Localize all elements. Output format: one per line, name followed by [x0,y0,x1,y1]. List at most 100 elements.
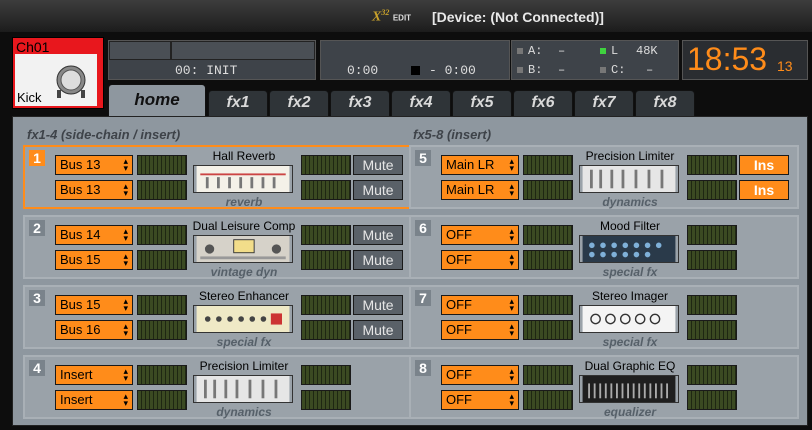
limiter-unit-icon[interactable] [579,165,679,193]
fx-name: Dual Leisure Comp [192,219,296,233]
slot-number: 8 [415,360,431,376]
input-meter-2 [523,250,573,270]
enhancer-unit-icon[interactable] [193,305,293,333]
output-meter-2 [687,250,737,270]
source-select-2[interactable]: Bus 13 ▴ ▾ [55,180,133,200]
fx-category: dynamics [216,405,272,419]
compressor-unit-icon[interactable] [193,235,293,263]
fx-name: Dual Graphic EQ [584,359,676,373]
source-select-2[interactable]: Insert ▴ ▾ [55,390,133,410]
fx-category: vintage dyn [210,265,278,279]
transport-panel[interactable]: 0:00 - 0:00 [320,40,510,80]
fx-slot-3[interactable]: 3 Bus 15 ▴ ▾ Bus 16 ▴ ▾ Stereo Enhancer spec… [23,285,413,349]
mute-button-2[interactable]: Mute [353,250,403,270]
section-label-right: fx5-8 (insert) [413,127,492,142]
fx-category: special fx [602,265,658,279]
input-meter-2 [523,390,573,410]
source-select-2[interactable]: Main LR ▴ ▾ [441,180,519,200]
fx-slot-6[interactable]: 6 OFF ▴ ▾ OFF ▴ ▾ Mood Filter special fx [409,215,799,279]
status-panel: A: – L 48K B: – C: – [511,40,679,80]
output-meter-2 [687,390,737,410]
tab-fx2[interactable]: fx2 [269,90,329,116]
insert-button-2[interactable]: Ins [739,180,789,200]
input-meter-2 [523,320,573,340]
fx-name: Hall Reverb [212,149,276,163]
source-select-2[interactable]: Bus 16 ▴ ▾ [55,320,133,340]
output-meter-2 [301,250,351,270]
output-meter-2 [301,320,351,340]
input-meter-1 [523,295,573,315]
bus-a-value: – [558,44,566,58]
tab-fx4[interactable]: fx4 [391,90,451,116]
scene-panel[interactable]: 00: INIT [108,40,316,80]
remaining-time: - 0:00 [429,63,476,78]
source-select-1[interactable]: OFF ▴ ▾ [441,225,519,245]
bus-c-label: C: [611,63,626,77]
clock: 18:53 13 [682,40,808,80]
slot-number: 4 [29,360,45,376]
fx-slot-2[interactable]: 2 Bus 14 ▴ ▾ Bus 15 ▴ ▾ Dual Leisure Comp vi… [23,215,413,279]
l-led [600,48,606,54]
insert-button-1[interactable]: Ins [739,155,789,175]
clock-time: 18:53 [687,41,768,77]
input-meter-2 [137,390,187,410]
scene-cell-2 [171,41,315,60]
device-title: [Device: (Not Connected)] [432,9,604,25]
limiter-unit-icon[interactable] [193,375,293,403]
source-select-1[interactable]: Insert ▴ ▾ [55,365,133,385]
output-meter-1 [687,295,737,315]
input-meter-2 [137,180,187,200]
output-meter-1 [301,365,351,385]
source-select-1[interactable]: OFF ▴ ▾ [441,365,519,385]
input-meter-1 [137,295,187,315]
source-select-1[interactable]: Main LR ▴ ▾ [441,155,519,175]
app-logo: X32 EDIT [372,8,412,25]
mute-button-2[interactable]: Mute [353,320,403,340]
section-label-left: fx1-4 (side-chain / insert) [27,127,181,142]
scene-cell-1 [109,41,171,60]
source-select-2[interactable]: Bus 15 ▴ ▾ [55,250,133,270]
fx-slot-4[interactable]: 4 Insert ▴ ▾ Insert ▴ ▾ Precision Limiter dy… [23,355,413,419]
fx-slot-1[interactable]: 1 Bus 13 ▴ ▾ Bus 13 ▴ ▾ Hall Reverb reverb M… [23,145,413,209]
stop-icon[interactable] [411,66,420,75]
input-meter-1 [523,365,573,385]
source-select-2[interactable]: OFF ▴ ▾ [441,390,519,410]
bus-c-led [600,67,606,73]
tab-fx7[interactable]: fx7 [574,90,634,116]
slot-number: 3 [29,290,45,306]
mute-button-1[interactable]: Mute [353,155,403,175]
output-meter-2 [687,320,737,340]
input-meter-1 [137,225,187,245]
source-select-2[interactable]: OFF ▴ ▾ [441,250,519,270]
source-select-1[interactable]: OFF ▴ ▾ [441,295,519,315]
source-select-1[interactable]: Bus 14 ▴ ▾ [55,225,133,245]
source-select-1[interactable]: Bus 13 ▴ ▾ [55,155,133,175]
output-meter-1 [687,155,737,175]
imager-unit-icon[interactable] [579,305,679,333]
output-meter-2 [301,180,351,200]
tab-fx1[interactable]: fx1 [208,90,268,116]
fx-slot-8[interactable]: 8 OFF ▴ ▾ OFF ▴ ▾ Dual Graphic EQ equalizer [409,355,799,419]
source-select-1[interactable]: Bus 15 ▴ ▾ [55,295,133,315]
tab-fx5[interactable]: fx5 [452,90,512,116]
tab-home[interactable]: home [108,84,206,116]
clock-seconds: 13 [777,58,793,74]
mute-button-1[interactable]: Mute [353,225,403,245]
tab-fx8[interactable]: fx8 [635,90,695,116]
input-meter-1 [137,365,187,385]
fx-category: reverb [225,195,263,209]
reverb-unit-icon[interactable] [193,165,293,193]
fx-slot-7[interactable]: 7 OFF ▴ ▾ OFF ▴ ▾ Stereo Imager special fx [409,285,799,349]
mute-button-1[interactable]: Mute [353,295,403,315]
source-select-2[interactable]: OFF ▴ ▾ [441,320,519,340]
filter-unit-icon[interactable] [579,235,679,263]
graphic-eq-unit-icon[interactable] [579,375,679,403]
mute-button-2[interactable]: Mute [353,180,403,200]
tab-fx3[interactable]: fx3 [330,90,390,116]
fx-slot-5[interactable]: 5 Main LR ▴ ▾ Main LR ▴ ▾ Precision Limiter … [409,145,799,209]
input-meter-1 [523,155,573,175]
input-meter-1 [523,225,573,245]
elapsed-time: 0:00 [347,63,379,78]
slot-number: 2 [29,220,45,236]
tab-fx6[interactable]: fx6 [513,90,573,116]
